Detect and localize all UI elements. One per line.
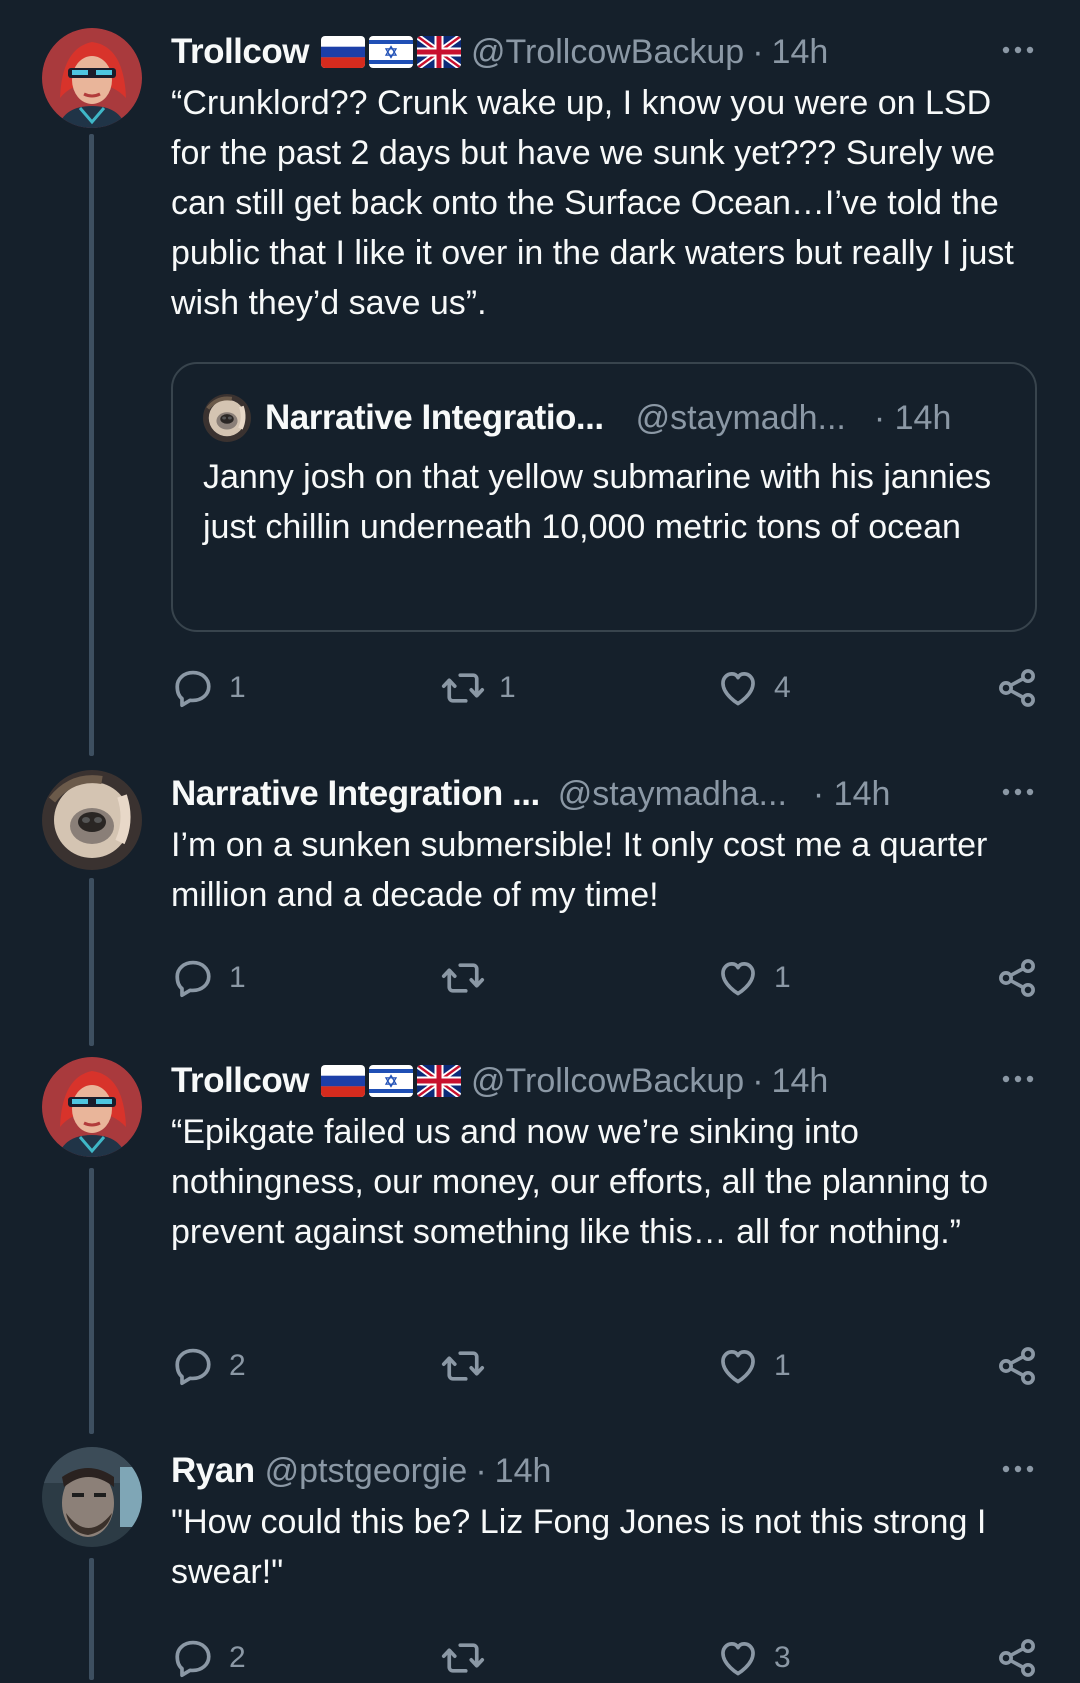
display-name[interactable]: Ryan bbox=[171, 1451, 255, 1491]
flag-israel-icon bbox=[369, 36, 413, 68]
share-button[interactable] bbox=[995, 1633, 1039, 1683]
like-button[interactable]: 3 bbox=[716, 1633, 791, 1683]
like-button[interactable]: 1 bbox=[716, 1341, 791, 1391]
user-handle[interactable]: @staymadha... bbox=[558, 775, 787, 814]
retweet-count: 1 bbox=[499, 671, 516, 704]
action-bar: 2 3 bbox=[171, 1633, 1039, 1683]
flag-russia-icon bbox=[321, 36, 365, 68]
flag-uk-icon bbox=[417, 1065, 461, 1097]
quote-tweet[interactable]: Narrative Integratio... @staymadh... · 1… bbox=[171, 362, 1037, 632]
share-icon bbox=[995, 1636, 1039, 1680]
share-button[interactable] bbox=[995, 663, 1039, 713]
user-handle[interactable]: @TrollcowBackup bbox=[471, 33, 744, 72]
more-options-icon[interactable] bbox=[996, 1061, 1040, 1097]
user-handle[interactable]: @TrollcowBackup bbox=[471, 1062, 744, 1101]
action-bar: 1 1 4 bbox=[171, 663, 1039, 713]
display-name[interactable]: Trollcow bbox=[171, 1061, 309, 1101]
action-bar: 2 1 bbox=[171, 1341, 1039, 1391]
separator-dot: · bbox=[752, 1061, 764, 1100]
quote-display-name: Narrative Integratio... bbox=[265, 398, 604, 437]
reply-count: 1 bbox=[229, 671, 246, 704]
timestamp[interactable]: 14h bbox=[772, 1062, 829, 1101]
reply-button[interactable]: 2 bbox=[171, 1341, 246, 1391]
reply-button[interactable]: 1 bbox=[171, 663, 246, 713]
avatar[interactable] bbox=[42, 1057, 142, 1157]
reply-button[interactable]: 1 bbox=[171, 953, 246, 1003]
reply-count: 1 bbox=[229, 961, 246, 994]
timestamp[interactable]: · 14h bbox=[813, 775, 891, 814]
reply-button[interactable]: 2 bbox=[171, 1633, 246, 1683]
separator-dot: · bbox=[475, 1451, 487, 1490]
reply-icon bbox=[171, 1344, 215, 1388]
tweet-trollcow-3[interactable]: Trollcow @TrollcowBackup · 14h “Epikgate… bbox=[0, 1057, 1080, 1447]
like-count: 4 bbox=[774, 671, 791, 704]
flag-russia-icon bbox=[321, 1065, 365, 1097]
like-count: 1 bbox=[774, 1349, 791, 1382]
timestamp[interactable]: 14h bbox=[772, 33, 829, 72]
heart-icon bbox=[716, 956, 760, 1000]
quote-text: Janny josh on that yellow submarine with… bbox=[203, 458, 992, 546]
like-button[interactable]: 4 bbox=[716, 663, 791, 713]
retweet-button[interactable] bbox=[441, 953, 499, 1003]
retweet-button[interactable] bbox=[441, 1633, 499, 1683]
display-name[interactable]: Trollcow bbox=[171, 32, 309, 72]
reply-count: 2 bbox=[229, 1641, 246, 1674]
share-button[interactable] bbox=[995, 1341, 1039, 1391]
retweet-icon bbox=[441, 1344, 485, 1388]
tweet-text: “Crunklord?? Crunk wake up, I know you w… bbox=[171, 84, 1014, 322]
retweet-icon bbox=[441, 956, 485, 1000]
reply-count: 2 bbox=[229, 1349, 246, 1382]
display-name[interactable]: Narrative Integration ... bbox=[171, 774, 540, 814]
share-icon bbox=[995, 1344, 1039, 1388]
retweet-icon bbox=[441, 666, 485, 710]
heart-icon bbox=[716, 1344, 760, 1388]
reply-icon bbox=[171, 1636, 215, 1680]
avatar[interactable] bbox=[42, 28, 142, 128]
like-count: 3 bbox=[774, 1641, 791, 1674]
retweet-icon bbox=[441, 1636, 485, 1680]
tweet-text: "How could this be? Liz Fong Jones is no… bbox=[171, 1503, 987, 1591]
like-count: 1 bbox=[774, 961, 791, 994]
quote-timestamp: · 14h bbox=[873, 398, 952, 437]
retweet-button[interactable]: 1 bbox=[441, 663, 516, 713]
flag-uk-icon bbox=[417, 36, 461, 68]
share-icon bbox=[995, 666, 1039, 710]
reply-icon bbox=[171, 956, 215, 1000]
timestamp[interactable]: 14h bbox=[495, 1452, 552, 1491]
avatar[interactable] bbox=[42, 1447, 142, 1547]
tweet-narrative-2[interactable]: Narrative Integration ... @staymadha... … bbox=[0, 760, 1080, 1060]
more-options-icon[interactable] bbox=[996, 1451, 1040, 1487]
tweet-text: I’m on a sunken submersible! It only cos… bbox=[171, 826, 988, 914]
share-icon bbox=[995, 956, 1039, 1000]
action-bar: 1 1 bbox=[171, 953, 1039, 1003]
more-options-icon[interactable] bbox=[996, 32, 1040, 68]
avatar[interactable] bbox=[42, 770, 142, 870]
quote-user-handle: @staymadh... bbox=[635, 398, 846, 437]
tweet-ryan-4[interactable]: Ryan @ptstgeorgie · 14h "How could this … bbox=[0, 1447, 1080, 1680]
separator-dot: · bbox=[752, 32, 764, 71]
reply-icon bbox=[171, 666, 215, 710]
tweet-text: “Epikgate failed us and now we’re sinkin… bbox=[171, 1113, 989, 1251]
tweet-trollcow-1[interactable]: Trollcow @TrollcowBackup · 14h “Crunklor… bbox=[0, 0, 1080, 760]
like-button[interactable]: 1 bbox=[716, 953, 791, 1003]
heart-icon bbox=[716, 666, 760, 710]
quote-avatar bbox=[203, 394, 251, 442]
retweet-button[interactable] bbox=[441, 1341, 499, 1391]
flag-israel-icon bbox=[369, 1065, 413, 1097]
more-options-icon[interactable] bbox=[996, 774, 1040, 810]
user-handle[interactable]: @ptstgeorgie bbox=[265, 1452, 468, 1491]
heart-icon bbox=[716, 1636, 760, 1680]
share-button[interactable] bbox=[995, 953, 1039, 1003]
